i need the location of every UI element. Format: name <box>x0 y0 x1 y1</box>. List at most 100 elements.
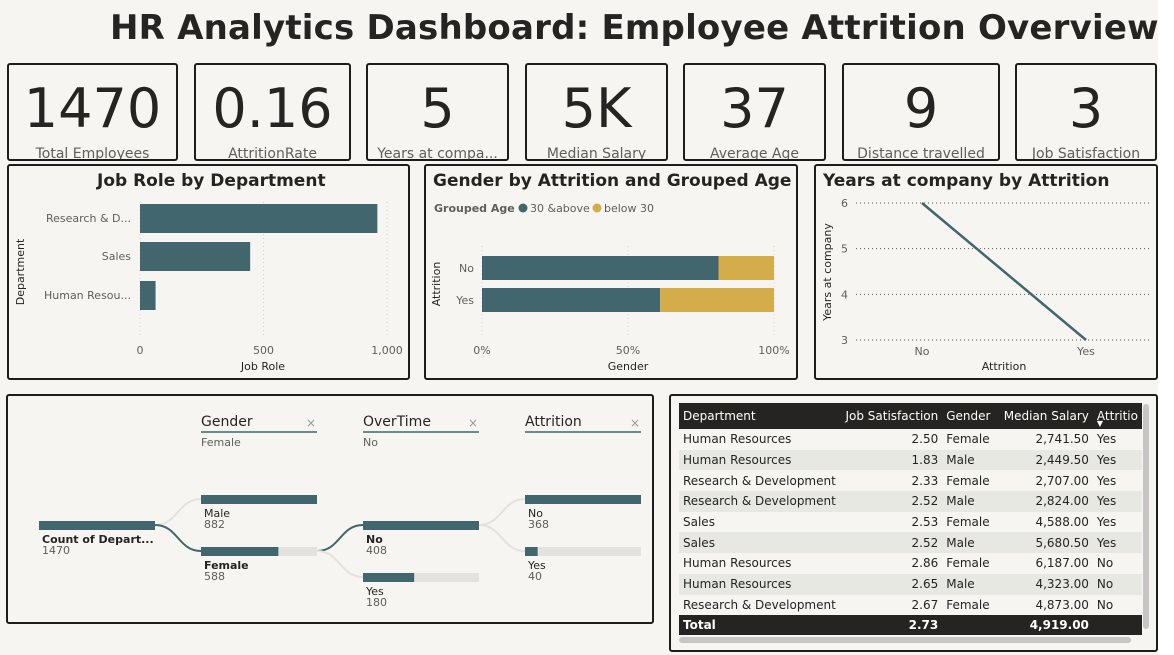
table-cell: Yes <box>1096 473 1117 488</box>
y-axis-title: Attrition <box>430 262 443 307</box>
table-cell: Research & Development <box>683 597 836 612</box>
table-row[interactable]: Sales 2.52 Male 5,680.50 Yes <box>679 532 1142 554</box>
y-tick-label: Human Resou... <box>44 289 131 302</box>
x-tick-label: 1,000 <box>371 344 403 357</box>
y-tick-label: 4 <box>841 288 848 301</box>
kpi-value: 9 <box>903 77 939 140</box>
level-header: Gender <box>201 414 253 430</box>
table-row[interactable]: Human Resources 1.83 Male 2,449.50 Yes <box>679 449 1142 471</box>
table-cell: Female <box>946 515 990 530</box>
table-cell: 2.65 <box>840 573 943 595</box>
y-tick-label: Yes <box>455 294 474 307</box>
kpi-label: Total Employees <box>35 146 150 161</box>
years-by-attrition-chart[interactable]: Years at company by Attrition 6 5 4 3 No Yes A… <box>814 164 1158 380</box>
table-cell: Human Resources <box>679 573 841 595</box>
table-cell: Female <box>946 473 990 488</box>
table-cell: No <box>1092 573 1142 595</box>
kpi-card-years-at-company[interactable]: 5 Years at compa... <box>366 63 509 161</box>
table-row[interactable]: Research & Development 2.33 Female 2,707.00… <box>679 470 1142 491</box>
legend-title: Grouped Age <box>434 202 515 215</box>
y-tick-label: 3 <box>841 334 848 347</box>
table-cell: 6,187.00 <box>1035 556 1089 571</box>
table-cell: Yes <box>1096 432 1117 447</box>
table-total-row: Total 2.73 4,919.00 <box>679 615 1142 636</box>
x-axis-title: Attrition <box>982 360 1027 373</box>
bar-segment <box>482 288 661 312</box>
kpi-value: 5K <box>561 77 632 140</box>
legend-label: below 30 <box>604 202 654 215</box>
x-tick-label: 100% <box>758 344 789 357</box>
kpi-label: Median Salary <box>546 146 647 161</box>
kpi-card-average-age[interactable]: 37 Average Age <box>683 63 826 161</box>
table-cell: Female <box>946 432 990 447</box>
table-cell: Human Resources <box>683 432 792 447</box>
table-cell: 2.67 <box>911 597 939 612</box>
table-cell: 2,449.50 <box>996 449 1093 471</box>
node-track <box>525 547 641 556</box>
table-cell: 2.52 <box>840 491 943 512</box>
table-row[interactable]: Sales 2.53 Female 4,588.00 Yes <box>679 512 1142 533</box>
node-value: 180 <box>366 596 387 609</box>
decomposition-tree-svg[interactable]: Gender ×FemaleOverTime ×NoAttrition ×Count … <box>8 396 652 622</box>
table-row[interactable]: Human Resources 2.65 Male 4,323.00 No <box>679 573 1142 595</box>
level-header: Attrition <box>525 414 582 430</box>
table-cell: Human Resources <box>683 556 792 571</box>
connector-active <box>154 524 202 552</box>
horizontal-scrollbar[interactable] <box>679 637 1131 643</box>
x-tick-label: 50% <box>616 344 640 357</box>
decomposition-tree[interactable]: Gender × Female OverTime × No Attrition × Count … <box>6 394 654 624</box>
node-bar <box>363 521 479 530</box>
close-icon: × <box>468 416 478 430</box>
column-header-sorted[interactable]: Attritio ▼ <box>1092 403 1142 429</box>
table-cell: Male <box>942 491 997 512</box>
line-chart-svg: 6 5 4 3 No Yes Attrition Years at company <box>821 197 1152 373</box>
table-cell: 2,824.00 <box>996 491 1093 512</box>
report-canvas: HR Analytics Dashboard: Employee Attriti… <box>0 0 1159 655</box>
column-header[interactable]: Gender <box>942 403 997 429</box>
node-bar <box>201 547 279 556</box>
page-title: HR Analytics Dashboard: Employee Attriti… <box>110 8 1159 48</box>
table-row[interactable]: Research & Development 2.52 Male 2,824.00 Ye… <box>679 491 1142 512</box>
job-role-by-department-chart[interactable]: Job Role by Department 0 500 1,000 Research… <box>7 164 410 380</box>
kpi-value: 0.16 <box>212 77 333 140</box>
table-cell: Sales <box>683 515 715 530</box>
column-header[interactable]: Median Salary <box>996 403 1093 429</box>
table-cell: Female <box>946 597 990 612</box>
table-cell: 2.52 <box>840 532 943 554</box>
kpi-card-job-satisfaction[interactable]: 3 Job Satisfaction <box>1015 63 1157 161</box>
table-cell: 2,707.00 <box>1035 473 1089 488</box>
table-cell: 4,323.00 <box>996 573 1093 595</box>
y-axis-title: Department <box>14 238 27 305</box>
total-cell: Total <box>679 615 841 636</box>
node-bar <box>201 495 317 504</box>
stacked-bar-chart-svg: Grouped Age 30 &above below 30 0% 50% 100% No Y… <box>430 202 790 373</box>
node-bar <box>363 573 415 582</box>
legend-marker <box>518 203 528 213</box>
table-row[interactable]: Human Resources 2.50 Female 2,741.50 Yes <box>679 429 1142 450</box>
department-table[interactable]: Department Job Satisfaction Gender Media… <box>669 394 1158 652</box>
table-cell: 2,741.50 <box>1035 432 1089 447</box>
page-scrollbar[interactable] <box>1158 0 1174 655</box>
gender-by-attrition-chart[interactable]: Gender by Attrition and Grouped Age Grou… <box>424 164 798 380</box>
kpi-value: 37 <box>720 77 789 140</box>
kpi-card-attrition-rate[interactable]: 0.16 AttritionRate <box>194 63 351 161</box>
table-row[interactable]: Human Resources 2.86 Female 6,187.00 No <box>679 553 1142 574</box>
column-header[interactable]: Department <box>679 403 841 429</box>
vertical-scrollbar[interactable] <box>1143 404 1149 629</box>
bar <box>140 281 156 310</box>
table-row[interactable]: Research & Development 2.67 Female 4,873.00… <box>679 595 1142 616</box>
table-cell: 4,588.00 <box>1035 515 1089 530</box>
column-header[interactable]: Job Satisfaction <box>840 403 943 429</box>
level-header: OverTime <box>363 414 431 430</box>
total-cell: 4,919.00 <box>996 615 1093 636</box>
kpi-card-median-salary[interactable]: 5K Median Salary <box>525 63 668 161</box>
kpi-card-distance-travelled[interactable]: 9 Distance travelled <box>842 63 1000 161</box>
bar-segment <box>660 288 774 312</box>
connector <box>478 498 526 526</box>
node-value: 40 <box>528 570 542 583</box>
node-bar <box>525 547 538 556</box>
kpi-card-total-employees[interactable]: 1470 Total Employees <box>7 63 178 161</box>
table-cell: Yes <box>1092 449 1142 471</box>
total-cell <box>942 615 997 636</box>
y-tick-label: Research & D... <box>46 212 131 225</box>
